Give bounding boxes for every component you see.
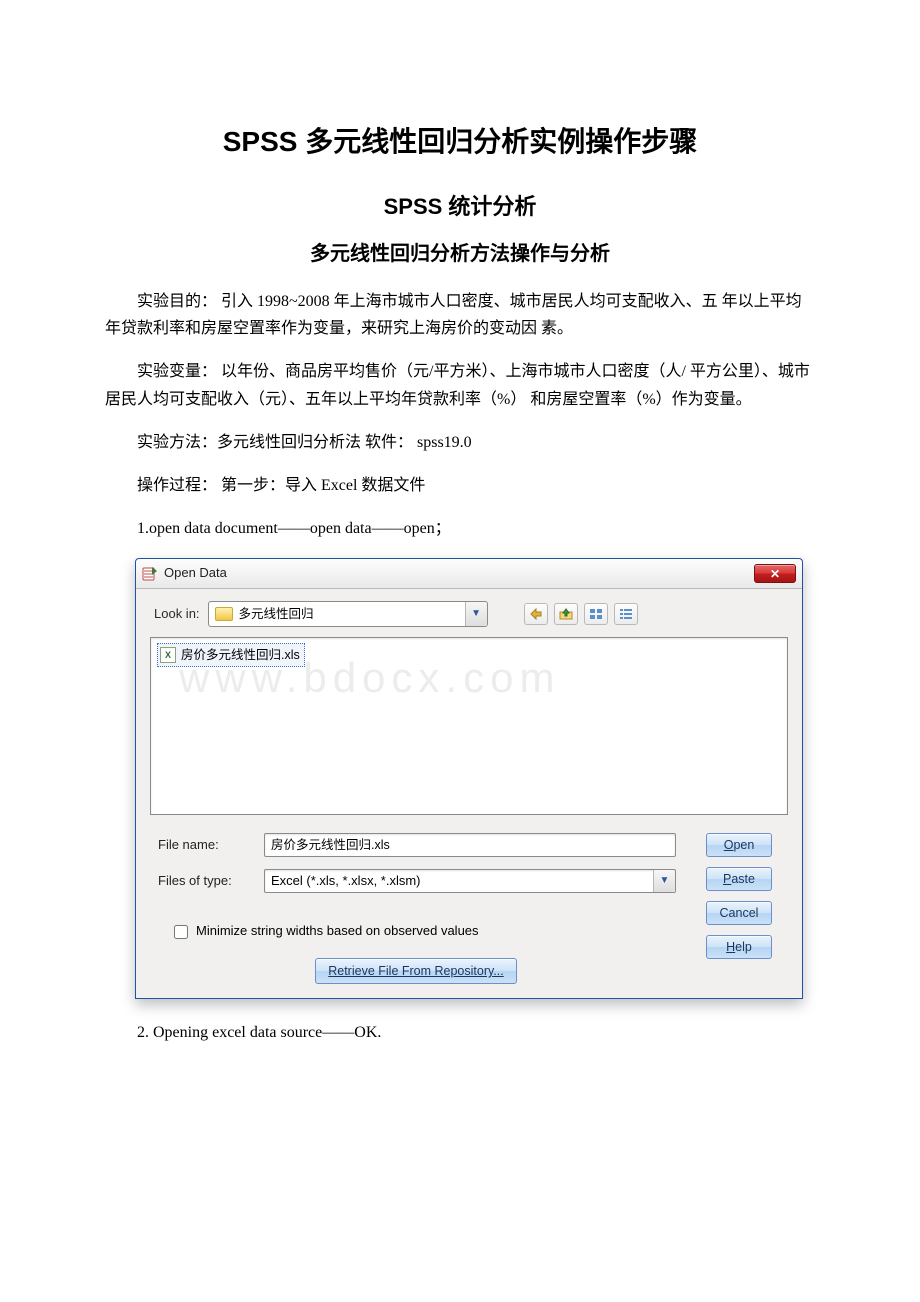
- paste-button-label: Paste: [723, 869, 755, 889]
- list-icon: [619, 608, 633, 620]
- up-folder-icon: [559, 608, 573, 620]
- paragraph-opendata: 1.open data document——open data——open；: [105, 515, 815, 542]
- retrieve-repository-button[interactable]: Retrieve File From Repository...: [315, 958, 517, 984]
- folder-icon: [215, 607, 233, 621]
- open-data-dialog: Open Data ✕ Look in: 多元线性回归 ▼ www.bdocx.…: [135, 558, 803, 999]
- close-button[interactable]: ✕: [754, 564, 796, 583]
- chevron-down-icon[interactable]: ▼: [653, 870, 675, 892]
- minimize-widths-label: Minimize string widths based on observed…: [196, 921, 479, 942]
- dialog-title: Open Data: [164, 563, 754, 584]
- lookin-value: 多元线性回归: [239, 604, 314, 624]
- file-type-value: Excel (*.xls, *.xlsx, *.xlsm): [271, 871, 421, 892]
- help-button-label: Help: [726, 937, 752, 957]
- paragraph-openexcel: 2. Opening excel data source——OK.: [105, 1019, 815, 1046]
- paste-button[interactable]: Paste: [706, 867, 772, 891]
- section-heading-1: SPSS 统计分析: [105, 189, 815, 224]
- up-level-button[interactable]: [554, 603, 578, 625]
- file-name-value: 房价多元线性回归.xls: [271, 835, 390, 855]
- cancel-button[interactable]: Cancel: [706, 901, 772, 925]
- lookin-label: Look in:: [154, 604, 200, 625]
- open-button[interactable]: Open: [706, 833, 772, 857]
- section-heading-2: 多元线性回归分析方法操作与分析: [105, 238, 815, 270]
- file-type-combo[interactable]: Excel (*.xls, *.xlsx, *.xlsm) ▼: [264, 869, 676, 893]
- help-button[interactable]: Help: [706, 935, 772, 959]
- lookin-combo[interactable]: 多元线性回归 ▼: [208, 601, 488, 627]
- grid-large-icon: [589, 608, 603, 620]
- file-type-label: Files of type:: [158, 871, 254, 892]
- file-item[interactable]: X 房价多元线性回归.xls: [157, 643, 305, 667]
- view-icons-button[interactable]: [584, 603, 608, 625]
- minimize-widths-checkbox[interactable]: [174, 925, 188, 939]
- open-button-label: Open: [724, 835, 755, 855]
- cancel-button-label: Cancel: [720, 903, 759, 923]
- file-list[interactable]: www.bdocx.com X 房价多元线性回归.xls: [150, 637, 788, 815]
- chevron-down-icon[interactable]: ▼: [465, 602, 487, 626]
- view-list-button[interactable]: [614, 603, 638, 625]
- file-name-label: File name:: [158, 835, 254, 856]
- dialog-titlebar[interactable]: Open Data ✕: [136, 559, 802, 589]
- app-icon: [142, 566, 158, 582]
- back-icon: [529, 608, 543, 620]
- paragraph-variables: 实验变量： 以年份、商品房平均售价（元/平方米）、上海市城市人口密度（人/ 平方…: [105, 358, 815, 412]
- paragraph-step1: 操作过程： 第一步：导入 Excel 数据文件: [105, 472, 815, 499]
- page-title: SPSS 多元线性回归分析实例操作步骤: [105, 120, 815, 165]
- paragraph-method: 实验方法：多元线性回归分析法 软件： spss19.0: [105, 429, 815, 456]
- file-item-label: 房价多元线性回归.xls: [181, 645, 300, 665]
- retrieve-repository-label: Retrieve File From Repository...: [328, 961, 504, 981]
- back-button[interactable]: [524, 603, 548, 625]
- close-icon: ✕: [770, 568, 780, 580]
- file-name-input[interactable]: 房价多元线性回归.xls: [264, 833, 676, 857]
- dialog-toolbar: Look in: 多元线性回归 ▼: [136, 589, 802, 637]
- paragraph-purpose: 实验目的： 引入 1998~2008 年上海市城市人口密度、城市居民人均可支配收…: [105, 288, 815, 342]
- xls-file-icon: X: [160, 647, 176, 663]
